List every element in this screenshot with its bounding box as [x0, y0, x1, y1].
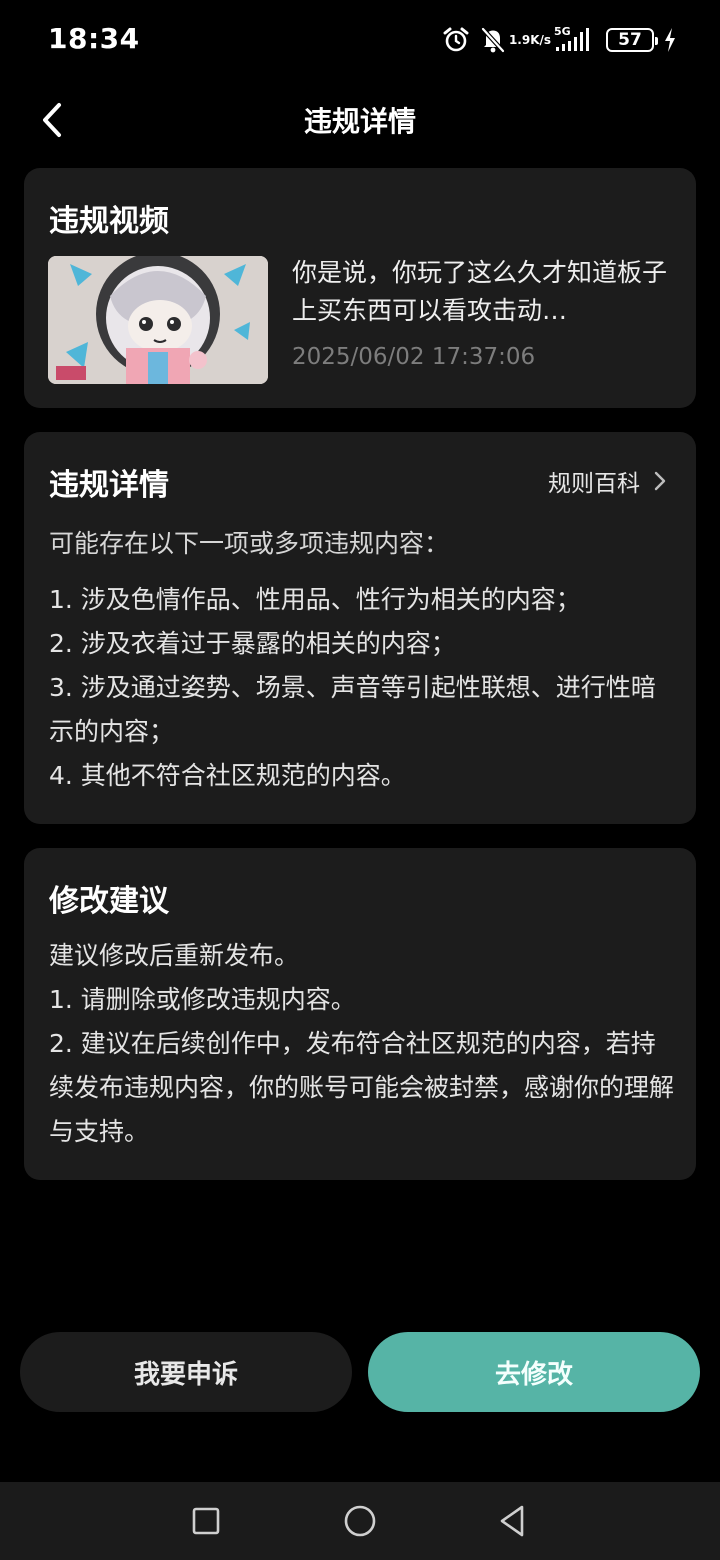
video-timestamp: 2025/06/02 17:37:06	[292, 344, 536, 370]
signal-icon: 5G	[554, 26, 596, 54]
page-title: 违规详情	[303, 105, 416, 138]
bell-off-icon	[480, 26, 506, 54]
page-header: 违规详情	[0, 88, 720, 150]
violation-item: 3. 涉及通过姿势、场景、声音等引起性联想、进行性暗示的内容；	[49, 673, 656, 746]
suggestion-card: 修改建议 建议修改后重新发布。 1. 请删除或修改违规内容。 2. 建议在后续创…	[24, 848, 696, 1180]
violation-list: 1. 涉及色情作品、性用品、性行为相关的内容； 2. 涉及衣着过于暴露的相关的内…	[49, 578, 679, 798]
system-back-button[interactable]	[492, 1501, 532, 1541]
battery-level: 57	[618, 30, 642, 50]
home-button[interactable]	[340, 1501, 380, 1541]
charging-icon	[664, 28, 676, 52]
status-icons: 1.9 K/s 5G 57	[442, 24, 676, 56]
back-icon	[500, 1505, 524, 1537]
suggestion-card-heading: 修改建议	[49, 884, 169, 919]
suggestion-line: 2. 建议在后续创作中，发布符合社区规范的内容，若持续发布违规内容，你的账号可能…	[49, 1029, 675, 1146]
battery-icon: 57	[606, 28, 658, 52]
network-speed: 1.9 K/s	[509, 34, 551, 46]
network-speed-unit: K/s	[530, 33, 552, 47]
violation-video-card: 违规视频 你是说，你玩了这么久才知道板子上买东西可以看攻击动… 2025/06/…	[24, 168, 696, 408]
modify-button[interactable]: 去修改	[368, 1332, 700, 1412]
recent-apps-button[interactable]	[186, 1501, 226, 1541]
network-speed-value: 1.9	[508, 33, 531, 47]
suggestion-line: 1. 请删除或修改违规内容。	[49, 985, 356, 1014]
home-icon	[344, 1505, 376, 1537]
violation-item: 1. 涉及色情作品、性用品、性行为相关的内容；	[49, 585, 581, 614]
violation-item: 2. 涉及衣着过于暴露的相关的内容；	[49, 629, 456, 658]
system-nav-bar	[0, 1482, 720, 1560]
rules-encyclopedia-link[interactable]: 规则百科	[548, 464, 666, 498]
video-title[interactable]: 你是说，你玩了这么久才知道板子上买东西可以看攻击动…	[292, 254, 672, 330]
video-thumbnail[interactable]	[48, 256, 268, 384]
detail-card-heading: 违规详情	[49, 468, 169, 503]
rules-link-label: 规则百科	[548, 471, 640, 497]
violation-detail-card: 违规详情 规则百科 可能存在以下一项或多项违规内容： 1. 涉及色情作品、性用品…	[24, 432, 696, 824]
alarm-icon	[442, 26, 470, 54]
violation-item: 4. 其他不符合社区规范的内容。	[49, 761, 406, 790]
status-time: 18:34	[48, 22, 140, 55]
suggestion-list: 建议修改后重新发布。 1. 请删除或修改违规内容。 2. 建议在后续创作中，发布…	[49, 934, 679, 1154]
video-thumbnail-image	[48, 256, 268, 384]
video-card-heading: 违规视频	[49, 204, 169, 239]
suggestion-line: 建议修改后重新发布。	[49, 941, 300, 970]
appeal-button[interactable]: 我要申诉	[20, 1332, 352, 1412]
recent-apps-icon	[192, 1507, 220, 1535]
chevron-right-icon	[654, 471, 666, 491]
detail-intro: 可能存在以下一项或多项违规内容：	[49, 529, 450, 558]
status-bar: 18:34 1.9 K/s 5G 57	[0, 0, 720, 80]
